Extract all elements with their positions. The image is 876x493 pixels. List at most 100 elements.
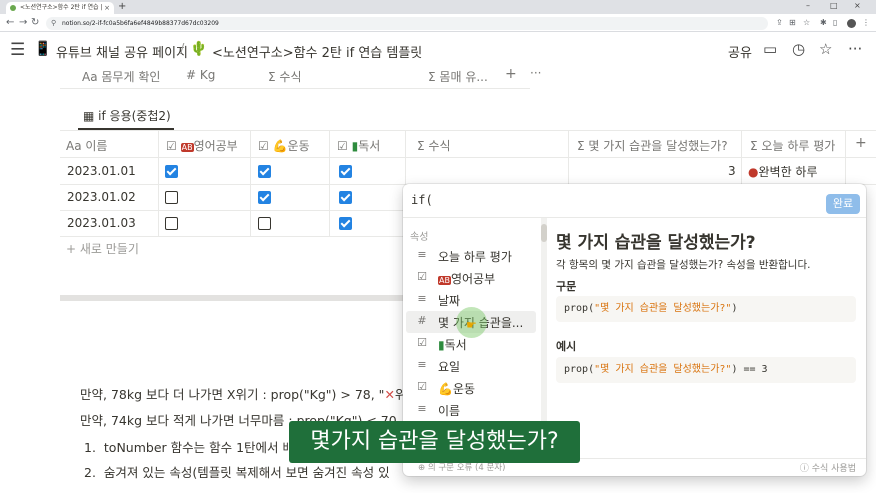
- back-icon[interactable]: ←: [6, 17, 14, 28]
- minimize-button[interactable]: –: [806, 1, 810, 10]
- text-lines-icon: ≡: [417, 248, 427, 261]
- breadcrumb-current[interactable]: <노션연구소>함수 2탄 if 연습 템플릿: [212, 42, 422, 61]
- row-date[interactable]: 2023.01.01: [67, 164, 136, 178]
- prop-weight-check[interactable]: Aa 몸무게 확인: [82, 68, 160, 85]
- row-date[interactable]: 2023.01.02: [67, 190, 136, 204]
- col-header-reading[interactable]: ☑ ▮독서: [337, 137, 380, 154]
- hand-cursor-icon: ☛: [466, 318, 477, 332]
- checkbox-reading[interactable]: [339, 191, 352, 204]
- add-column-icon[interactable]: +: [855, 135, 867, 151]
- red-x-icon: ✕: [384, 387, 395, 402]
- tab-title: <노션연구소>함수 2탄 if 연습 |: [20, 4, 103, 11]
- property-item[interactable]: ☑ AB영어공부: [403, 267, 539, 289]
- checkbox-icon: ☑: [417, 270, 427, 283]
- profile-avatar-icon[interactable]: [847, 19, 856, 28]
- green-book-icon: ▮: [438, 338, 445, 352]
- checkbox-icon: ☑: [417, 336, 427, 349]
- more-props-icon[interactable]: ···: [530, 66, 541, 80]
- checkbox-english[interactable]: [165, 217, 178, 230]
- text-lines-icon: ≡: [417, 292, 427, 305]
- sidebar-menu-icon[interactable]: ☰: [10, 40, 25, 60]
- col-header-exercise[interactable]: ☑ 💪운동: [258, 137, 310, 154]
- property-item[interactable]: ≡ 오늘 하루 평가: [403, 245, 539, 267]
- checkbox-reading[interactable]: [339, 217, 352, 230]
- checkbox-english[interactable]: [165, 191, 178, 204]
- video-subtitle: 몇가지 습관을 달성했는가?: [289, 421, 580, 463]
- section-label: 속성: [410, 232, 429, 243]
- close-tab-icon[interactable]: ×: [104, 2, 110, 14]
- reload-icon[interactable]: ↻: [31, 17, 39, 28]
- pin-icon: ●: [748, 165, 759, 179]
- close-window-button[interactable]: ×: [854, 1, 861, 10]
- habit-count-value: 3: [728, 164, 736, 178]
- col-header-name[interactable]: Aa 이름: [66, 137, 107, 154]
- browser-menu-icon[interactable]: ⋮: [862, 18, 870, 27]
- bookmark-star-icon[interactable]: ☆: [803, 18, 810, 27]
- browser-tab[interactable]: <노션연구소>함수 2탄 if 연습 | ×: [6, 2, 114, 14]
- syntax-label: 구문: [556, 280, 577, 293]
- new-row-button[interactable]: + 새로 만들기: [66, 240, 139, 257]
- col-header-day-eval[interactable]: Σ 오늘 하루 평가: [750, 137, 835, 154]
- prop-kg[interactable]: # Kg: [186, 68, 215, 82]
- col-border: [329, 130, 330, 236]
- done-button[interactable]: 완료: [826, 194, 860, 214]
- formula-help-link[interactable]: ⓘ 수식 사용법: [800, 461, 856, 474]
- more-options-icon[interactable]: ···: [848, 40, 862, 58]
- col-border: [741, 130, 742, 184]
- sidepanel-icon[interactable]: ▯: [833, 18, 837, 27]
- checkbox-reading[interactable]: [339, 165, 352, 178]
- doc-title: 몇 가지 습관을 달성했는가?: [556, 233, 756, 253]
- formula-input[interactable]: if(: [411, 193, 433, 207]
- scrollbar-thumb[interactable]: [541, 224, 547, 242]
- col-header-english[interactable]: ☑ AB영어공부: [166, 137, 238, 154]
- history-clock-icon[interactable]: ◷: [792, 40, 805, 58]
- lock-icon: ⚲: [51, 19, 57, 27]
- share-page-icon[interactable]: ⇪: [776, 18, 783, 27]
- maximize-button[interactable]: □: [830, 1, 838, 10]
- checkbox-exercise[interactable]: [258, 191, 271, 204]
- new-tab-button[interactable]: +: [118, 1, 126, 12]
- col-border: [158, 130, 159, 236]
- property-item[interactable]: ≡ 이름: [403, 399, 539, 421]
- flexed-arm-icon: 💪: [438, 382, 453, 396]
- extensions-icon[interactable]: ✱: [820, 18, 827, 27]
- table-header-border: [60, 157, 876, 158]
- row-border: [60, 236, 405, 237]
- add-property-icon[interactable]: +: [505, 66, 517, 82]
- col-header-habit-count[interactable]: Σ 몇 가지 습관을 달성했는가?: [577, 137, 728, 154]
- share-button[interactable]: 공유: [728, 42, 752, 61]
- address-bar-row: ← → ↻ ⚲ notion.so/2-if-fc0a5b6fa6ef4849b…: [0, 14, 876, 32]
- favorite-star-icon[interactable]: ☆: [819, 40, 832, 58]
- checkbox-exercise[interactable]: [258, 217, 271, 230]
- notion-topbar: ☰ 📱 유튜브 채널 공유 페이지 / 🌵 <노션연구소>함수 2탄 if 연습…: [0, 32, 876, 70]
- phone-page-icon: 📱: [34, 41, 52, 57]
- col-border: [568, 130, 569, 184]
- text-lines-icon: ≡: [417, 402, 427, 415]
- comment-icon[interactable]: ▭: [763, 40, 777, 58]
- checkbox-exercise[interactable]: [258, 165, 271, 178]
- install-icon[interactable]: ⊞: [789, 18, 796, 27]
- col-header-formula[interactable]: Σ 수식: [417, 137, 451, 154]
- url-field[interactable]: ⚲ notion.so/2-if-fc0a5b6fa6ef4849b88377d…: [46, 17, 768, 30]
- table-top-border: [60, 130, 876, 131]
- flexed-arm-icon: 💪: [272, 139, 288, 153]
- example-label: 예시: [556, 340, 577, 353]
- breadcrumb-parent[interactable]: 유튜브 채널 공유 페이지: [56, 42, 188, 61]
- url-text: notion.so/2-if-fc0a5b6fa6ef4849b88377d67…: [62, 20, 219, 27]
- table-icon: ▦: [83, 109, 95, 123]
- database-view-tab[interactable]: ▦ if 응용(중첩2): [83, 107, 171, 124]
- checkbox-english[interactable]: [165, 165, 178, 178]
- property-item[interactable]: ☑ 💪운동: [403, 377, 539, 399]
- col-border: [405, 130, 406, 184]
- cactus-favicon-icon: [10, 5, 16, 11]
- cactus-page-icon: 🌵: [190, 41, 208, 57]
- property-item[interactable]: ≡ 요일: [403, 355, 539, 377]
- prop-body-shape[interactable]: Σ 몸매 유...: [428, 68, 488, 85]
- row-border: [60, 210, 405, 211]
- content-divider: [60, 295, 420, 301]
- forward-icon[interactable]: →: [19, 17, 27, 28]
- prop-formula[interactable]: Σ 수식: [268, 68, 302, 85]
- number-hash-icon: #: [417, 314, 427, 327]
- row-date[interactable]: 2023.01.03: [67, 216, 136, 230]
- col-border: [845, 130, 846, 184]
